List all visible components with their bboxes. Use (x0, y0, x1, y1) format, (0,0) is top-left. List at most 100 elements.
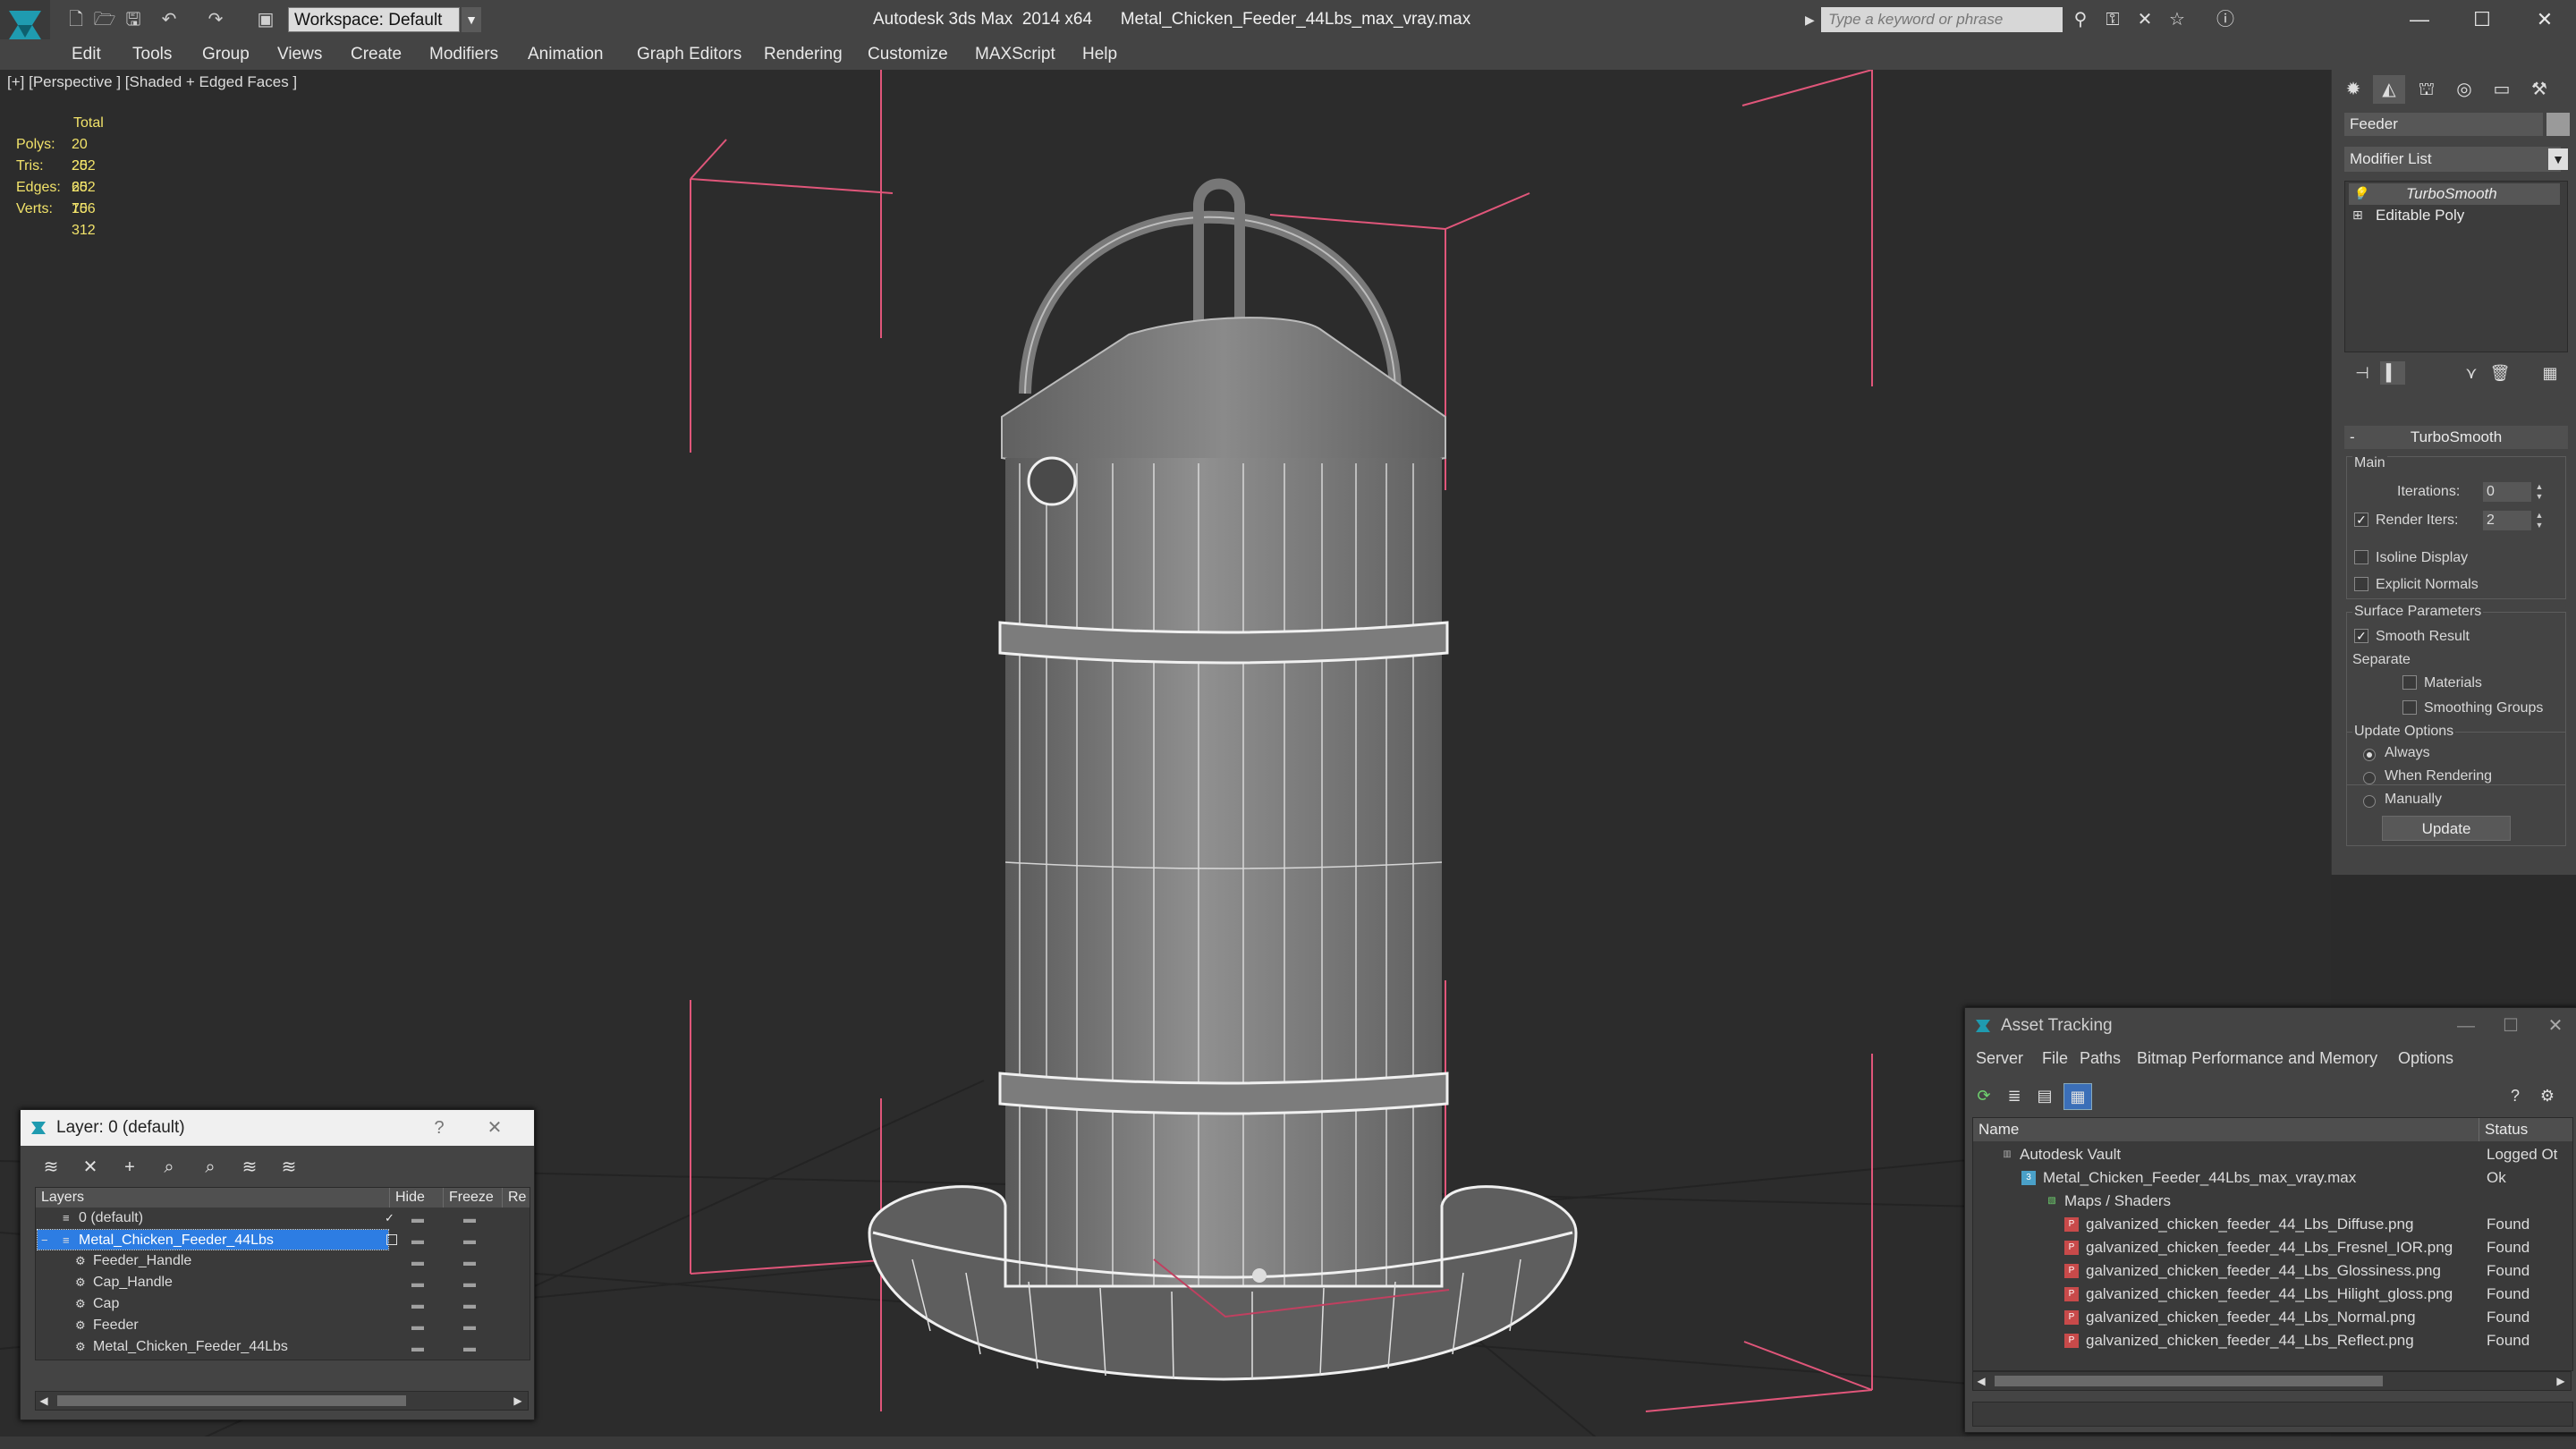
smoothing-groups-checkbox[interactable] (2402, 700, 2417, 715)
layer-row[interactable]: ⚙ Feeder ▬ ▬ (36, 1315, 530, 1336)
workspace-dropdown[interactable]: Workspace: Default (288, 7, 460, 32)
asset-menu-options[interactable]: Options (2398, 1049, 2453, 1068)
turbosmooth-rollout-header[interactable]: - TurboSmooth (2344, 426, 2568, 449)
col-freeze[interactable]: Freeze (444, 1188, 503, 1208)
remove-modifier-icon[interactable]: 🗑 (2487, 361, 2512, 385)
asset-row[interactable]: 3 Metal_Chicken_Feeder_44Lbs_max_vray.ma… (1973, 1166, 2572, 1190)
render-iters-spinner[interactable]: 2 (2483, 511, 2531, 530)
spinner-arrows-icon[interactable]: ▲ ▼ (2533, 511, 2546, 530)
scrollbar-thumb[interactable] (57, 1395, 406, 1406)
layer-row[interactable]: ⚙ Metal_Chicken_Feeder_44Lbs ▬ ▬ (36, 1336, 530, 1358)
asset-menu-file[interactable]: File (2042, 1049, 2068, 1068)
menu-modifiers[interactable]: Modifiers (429, 39, 498, 70)
configure-sets-icon[interactable]: ▦ (2538, 361, 2563, 385)
asset-row[interactable]: ▥ Autodesk Vault Logged Ot (1973, 1143, 2572, 1166)
close-icon[interactable]: ✕ (2538, 1008, 2573, 1044)
asset-row[interactable]: ▧ Maps / Shaders (1973, 1190, 2572, 1213)
manually-radio[interactable] (2363, 795, 2376, 808)
open-file-icon[interactable]: 🗁 (93, 9, 116, 30)
menu-customize[interactable]: Customize (868, 39, 948, 70)
asset-row[interactable]: P galvanized_chicken_feeder_44_Lbs_Refle… (1973, 1329, 2572, 1352)
close-icon[interactable]: ✕ (2513, 0, 2576, 39)
help-button[interactable]: ? (421, 1110, 457, 1146)
viewport-label[interactable]: [+] [Perspective ] [Shaded + Edged Faces… (7, 73, 297, 91)
menu-graph-editors[interactable]: Graph Editors (637, 39, 741, 70)
search-expand-icon[interactable]: ▶ (1805, 9, 1819, 30)
hierarchy-icon[interactable]: ⛫ (2411, 75, 2443, 104)
col-hide[interactable]: Hide (390, 1188, 444, 1208)
maximize-icon[interactable]: ☐ (2451, 0, 2513, 39)
key-icon[interactable]: ⚿ (2100, 9, 2125, 30)
asset-row[interactable]: P galvanized_chicken_feeder_44_Lbs_Norma… (1973, 1306, 2572, 1329)
menu-animation[interactable]: Animation (528, 39, 604, 70)
col-layers[interactable]: Layers (36, 1188, 390, 1208)
asset-row[interactable]: P galvanized_chicken_feeder_44_Lbs_Diffu… (1973, 1213, 2572, 1236)
asset-menu-server[interactable]: Server (1976, 1049, 2023, 1068)
active-check-icon[interactable]: ✓ (385, 1212, 395, 1224)
layer-row[interactable]: ≡ 0 (default) ✓ ▬ ▬ (36, 1208, 530, 1229)
col-name[interactable]: Name (1973, 1118, 2479, 1141)
modify-icon[interactable]: ◭ (2373, 75, 2405, 104)
menu-tools[interactable]: Tools (132, 39, 172, 70)
hide-all-layers-icon[interactable]: ≋ (235, 1155, 264, 1180)
minimize-icon[interactable]: — (2388, 0, 2451, 39)
scroll-right-icon[interactable]: ▶ (2553, 1372, 2569, 1390)
layer-row[interactable]: ⚙ Cap_Handle ▬ ▬ (36, 1272, 530, 1293)
freeze-all-layers-icon[interactable]: ≋ (275, 1155, 303, 1180)
pin-stack-icon[interactable]: ⊣ (2350, 361, 2375, 385)
update-button[interactable]: Update (2382, 816, 2511, 841)
x-communication-icon[interactable]: ✕ (2132, 9, 2157, 30)
horizontal-scrollbar[interactable]: ◀ ▶ (35, 1391, 529, 1411)
search-input[interactable]: Type a keyword or phrase (1821, 7, 2063, 32)
menu-edit[interactable]: Edit (72, 39, 101, 70)
help-icon[interactable]: ? (2502, 1083, 2529, 1108)
expand-plus-icon[interactable]: ⊞ (2352, 208, 2365, 221)
project-icon[interactable]: ▣ (254, 9, 277, 30)
star-icon[interactable]: ☆ (2165, 9, 2190, 30)
asset-row[interactable]: P galvanized_chicken_feeder_44_Lbs_Fresn… (1973, 1236, 2572, 1259)
refresh-icon[interactable]: ⟳ (1970, 1083, 1997, 1108)
layer-row[interactable]: ⚙ Cap ▬ ▬ (36, 1293, 530, 1315)
show-end-result-icon[interactable]: ▍ (2380, 361, 2405, 385)
utilities-icon[interactable]: ⚒ (2523, 75, 2555, 104)
isoline-display-checkbox[interactable] (2354, 550, 2368, 564)
asset-menu-bitmap-performance[interactable]: Bitmap Performance and Memory (2137, 1049, 2377, 1068)
thumbnail-view-icon[interactable]: ▤ (2031, 1083, 2058, 1108)
help-icon[interactable]: ⓘ (2213, 9, 2238, 30)
asset-menu-paths[interactable]: Paths (2080, 1049, 2121, 1068)
display-icon[interactable]: ▭ (2486, 75, 2518, 104)
settings-icon[interactable]: ⚙ (2534, 1083, 2561, 1108)
new-file-icon[interactable]: 🗋 (64, 9, 88, 30)
collapse-icon[interactable]: − (41, 1234, 52, 1246)
menu-help[interactable]: Help (1082, 39, 1117, 70)
col-render[interactable]: Re (503, 1188, 530, 1208)
highlight-layer-icon[interactable]: ⌕ (196, 1155, 225, 1180)
menu-rendering[interactable]: Rendering (764, 39, 843, 70)
materials-checkbox[interactable] (2402, 675, 2417, 690)
layer-dialog-titlebar[interactable]: Layer: 0 (default) ? ✕ (21, 1110, 534, 1146)
chevron-down-icon[interactable]: ▼ (2548, 148, 2568, 170)
layer-row[interactable]: ⚙ Feeder_Handle ▬ ▬ (36, 1250, 530, 1272)
list-view-icon[interactable]: ≣ (2001, 1083, 2028, 1108)
stack-item-editable-poly[interactable]: ⊞ Editable Poly (2349, 205, 2560, 226)
col-status[interactable]: Status (2479, 1118, 2572, 1141)
scroll-left-icon[interactable]: ◀ (1973, 1372, 1989, 1390)
scroll-left-icon[interactable]: ◀ (36, 1392, 52, 1410)
always-radio[interactable] (2363, 749, 2376, 761)
scrollbar-thumb[interactable] (1995, 1376, 2383, 1386)
create-layer-icon[interactable]: ≋ (37, 1155, 65, 1180)
make-unique-icon[interactable]: ⋎ (2459, 361, 2484, 385)
menu-group[interactable]: Group (202, 39, 250, 70)
object-color-swatch[interactable] (2546, 113, 2570, 136)
asset-dialog-titlebar[interactable]: Asset Tracking — ☐ ✕ (1965, 1008, 2576, 1044)
smooth-result-checkbox[interactable]: ✓ (2354, 629, 2368, 643)
undo-icon[interactable]: ↶ (157, 9, 181, 30)
layer-row[interactable]: − ≡ Metal_Chicken_Feeder_44Lbs ▬ ▬ (36, 1229, 530, 1250)
asset-row[interactable]: P galvanized_chicken_feeder_44_Lbs_Hilig… (1973, 1283, 2572, 1306)
create-icon[interactable]: ✹ (2337, 75, 2369, 104)
select-objects-icon[interactable]: ⌕ (155, 1155, 183, 1180)
redo-icon[interactable]: ↷ (204, 9, 227, 30)
add-to-layer-icon[interactable]: + (115, 1155, 144, 1180)
close-icon[interactable]: ✕ (477, 1110, 513, 1146)
spinner-arrows-icon[interactable]: ▲ ▼ (2533, 482, 2546, 502)
